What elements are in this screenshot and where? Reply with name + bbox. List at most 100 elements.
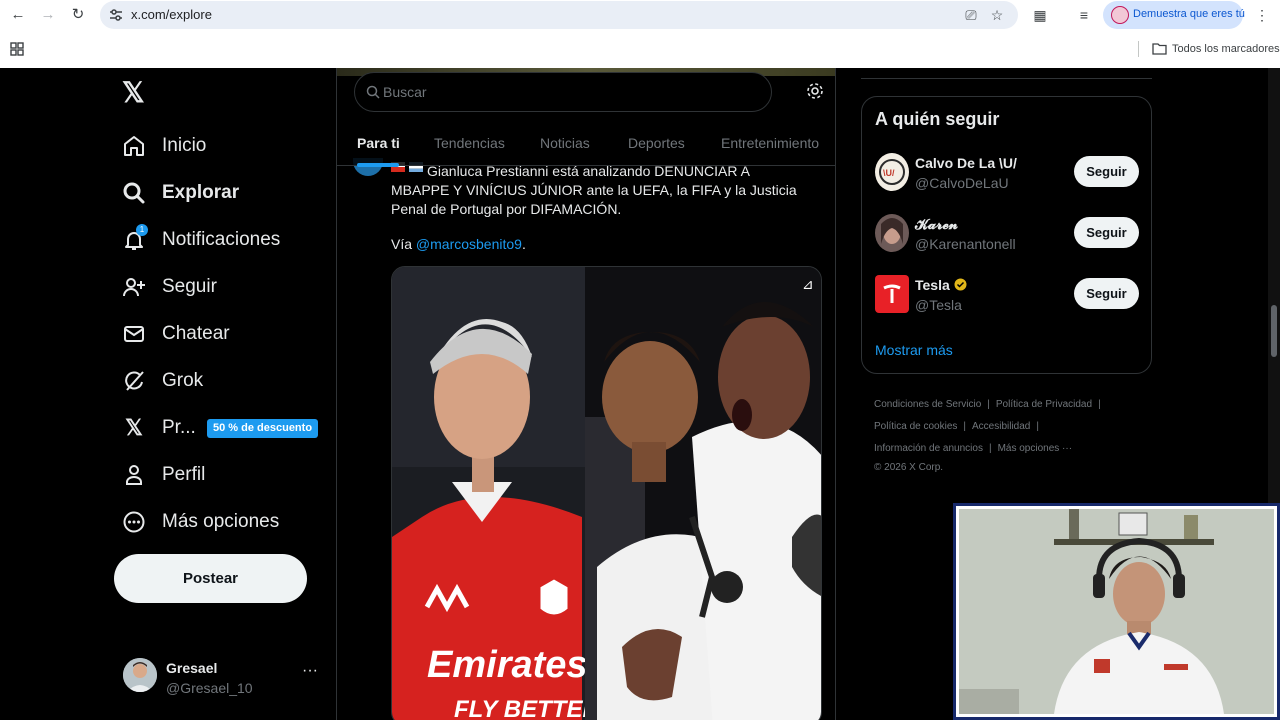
suggestion-handle: @CalvoDeLaU (915, 175, 1009, 191)
nav-label: Inicio (162, 135, 207, 156)
follow-button[interactable]: Seguir (1074, 217, 1139, 248)
nav-item-more[interactable]: Más opciones (120, 502, 279, 542)
nav-label: Notificaciones (162, 229, 281, 250)
media-controls-icon[interactable]: ≡ (1074, 5, 1094, 25)
footer-link[interactable]: Condiciones de Servicio (874, 399, 981, 410)
reload-icon[interactable]: ↻ (67, 4, 89, 26)
nav-label: Seguir (162, 276, 217, 297)
all-bookmarks-link[interactable]: Todos los marcadores (1172, 43, 1280, 55)
nav-label: Más opciones (162, 511, 280, 532)
search-icon (120, 179, 148, 207)
footer-link[interactable]: Información de anuncios (874, 443, 983, 454)
explore-tabs: Para ti Tendencias Noticias Deportes Ent… (337, 122, 835, 167)
active-tab-indicator (357, 163, 399, 167)
nav-label: Grok (162, 370, 204, 391)
webcam-video (959, 509, 1274, 714)
suggestion-handle: @Tesla (915, 297, 962, 313)
x-premium-icon: 𝕏 (125, 415, 143, 440)
install-app-icon[interactable]: ⎚ (962, 6, 980, 24)
follow-button[interactable]: Seguir (1074, 278, 1139, 309)
footer-separator: | (1098, 399, 1101, 410)
show-more-link[interactable]: Mostrar más (875, 342, 953, 358)
forward-icon[interactable]: → (37, 4, 59, 26)
nav-item-home[interactable]: Inicio (120, 126, 206, 166)
apps-grid-icon[interactable] (10, 42, 24, 56)
folder-icon (1152, 43, 1167, 55)
back-icon[interactable]: ← (7, 4, 29, 26)
mention-link[interactable]: @marcosbenito9 (416, 236, 522, 252)
left-sidebar: 𝕏 Inicio Explorar 1 Notificaciones Segui… (0, 68, 336, 720)
x-logo-icon[interactable]: 𝕏 (122, 79, 148, 107)
tab-news[interactable]: Noticias (540, 135, 590, 151)
webcam-overlay (953, 503, 1280, 720)
footer-row: Condiciones de Servicio | Política de Priv… (874, 394, 1154, 416)
suggestion-name-text: Tesla (915, 277, 950, 293)
tweet-media[interactable]: Emirates FLY BETTER ⊿ (391, 266, 822, 720)
address-bar[interactable]: x.com/explore ⎚ ☆ (100, 1, 1018, 29)
footer-row: Información de anuncios | Más opciones ··· (874, 438, 1154, 460)
premium-discount-badge[interactable]: 50 % de descuento (207, 419, 319, 438)
search-input[interactable] (383, 82, 753, 102)
nav-item-premium[interactable]: 𝕏 Pr... (120, 408, 196, 448)
nav-item-chat[interactable]: Chatear (120, 314, 230, 354)
footer-link[interactable]: Política de Privacidad (996, 399, 1092, 410)
via-prefix: Vía (391, 236, 416, 252)
profile-avatar-icon (1111, 6, 1129, 24)
suggestion-name: Calvo De La \U/ (915, 155, 1017, 171)
verified-badge-icon (954, 278, 967, 291)
divider (861, 78, 1152, 79)
avatar: \U/ (875, 153, 909, 191)
nav-item-follow[interactable]: Seguir (120, 267, 217, 307)
tweet-text: Gianluca Prestianni está analizando DENU… (391, 163, 797, 217)
bookmarks-bar: Todos los marcadores (0, 37, 1280, 61)
tweet-photo: Emirates FLY BETTER ⊿ (392, 267, 821, 720)
search-box[interactable] (354, 72, 772, 112)
account-switcher[interactable]: Gresael @Gresael_10 ··· (120, 654, 330, 702)
suggestion-name: Tesla (915, 277, 967, 293)
suggestion-row[interactable]: \U/ Calvo De La \U/ @CalvoDeLaU Seguir (862, 149, 1153, 197)
nav-item-explore[interactable]: Explorar (120, 173, 239, 213)
footer-links: Condiciones de Servicio | Política de Priv… (874, 394, 1154, 476)
notification-badge: 1 (136, 224, 148, 236)
nav-item-grok[interactable]: Grok (120, 361, 203, 401)
follow-button[interactable]: Seguir (1074, 156, 1139, 187)
account-more-icon[interactable]: ··· (302, 662, 318, 680)
scrollbar-thumb[interactable] (1271, 305, 1277, 357)
tab-entertainment[interactable]: Entretenimiento (721, 135, 819, 151)
who-to-follow-card: A quién seguir \U/ Calvo De La \U/ @Calv… (861, 96, 1152, 374)
suggestion-row[interactable]: 𝓚𝓪𝓻𝓮𝓷 @Karenantonell Seguir (862, 210, 1153, 258)
suggestion-row[interactable]: Tesla @Tesla Seguir (862, 271, 1153, 319)
tab-sports[interactable]: Deportes (628, 135, 685, 151)
person-icon (120, 461, 148, 489)
tab-trending[interactable]: Tendencias (434, 135, 505, 151)
add-person-icon (120, 273, 148, 301)
post-button[interactable]: Postear (114, 554, 307, 603)
suggestion-handle: @Karenantonell (915, 236, 1016, 252)
nav-item-notifications[interactable]: 1 Notificaciones (120, 220, 280, 260)
browser-menu-icon[interactable]: ⋮ (1252, 5, 1272, 25)
jersey-sponsor-subtext: FLY BETTER (454, 696, 600, 720)
bookmark-star-icon[interactable]: ☆ (988, 6, 1006, 24)
nav-item-profile[interactable]: Perfil (120, 455, 205, 495)
site-settings-icon[interactable] (108, 7, 124, 23)
footer-row: Política de cookies | Accesibilidad | (874, 416, 1154, 438)
tab-for-you[interactable]: Para ti (357, 135, 400, 151)
footer-link[interactable]: Accesibilidad (972, 421, 1030, 432)
suggestion-name: 𝓚𝓪𝓻𝓮𝓷 (915, 216, 958, 232)
nav-label: Perfil (162, 464, 206, 485)
bell-icon: 1 (120, 224, 148, 254)
gear-icon[interactable] (806, 82, 824, 100)
browser-chrome: ← → ↻ x.com/explore ⎚ ☆ ▦ ≡ Demuestra qu… (0, 0, 1280, 68)
footer-link[interactable]: Política de cookies (874, 421, 957, 432)
account-handle: @Gresael_10 (166, 680, 253, 696)
footer-separator: | (988, 443, 992, 454)
media-corner-icon: ⊿ (802, 277, 814, 293)
search-icon (366, 85, 380, 99)
footer-link[interactable]: Más opciones ··· (998, 443, 1072, 454)
extensions-icon[interactable]: ▦ (1030, 5, 1050, 25)
nav-label: Pr... (162, 417, 196, 438)
profile-chip[interactable]: Demuestra que eres tú (1103, 1, 1245, 29)
avatar (123, 658, 157, 692)
avatar (875, 214, 909, 252)
who-to-follow-title: A quién seguir (875, 109, 1000, 129)
